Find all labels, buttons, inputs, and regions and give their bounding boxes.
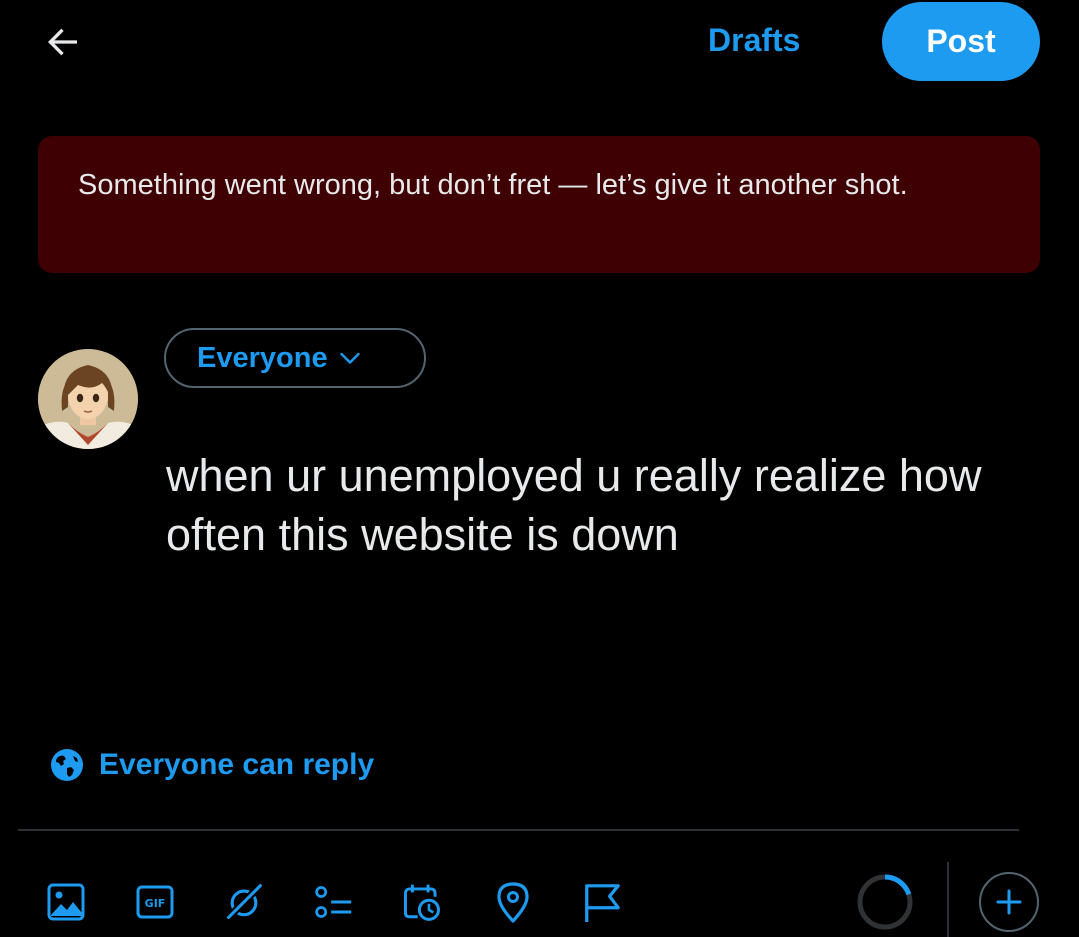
error-message: Something went wrong, but don’t fret — l…	[78, 169, 908, 201]
avatar[interactable]	[38, 349, 138, 449]
reply-setting-button[interactable]: Everyone can reply	[50, 748, 374, 782]
media-icon	[47, 883, 85, 921]
location-button[interactable]	[493, 880, 533, 924]
tweet-text-input[interactable]: when ur unemployed u really realize how …	[166, 446, 1046, 564]
globe-icon	[51, 749, 83, 781]
drafts-button[interactable]: Drafts	[708, 22, 800, 59]
add-post-button[interactable]	[979, 872, 1039, 932]
plus-icon	[996, 889, 1022, 915]
flag-button[interactable]	[582, 880, 622, 924]
svg-text:GIF: GIF	[145, 897, 166, 910]
gif-icon: GIF	[136, 885, 174, 919]
error-banner: Something went wrong, but don’t fret — l…	[38, 136, 1040, 273]
audience-selector[interactable]: Everyone	[164, 328, 426, 388]
grok-button[interactable]	[224, 880, 264, 924]
arrow-left-icon	[48, 28, 77, 56]
toolbar-divider	[947, 862, 949, 937]
avatar-image	[38, 349, 138, 449]
location-icon	[497, 882, 529, 923]
schedule-icon	[404, 884, 440, 921]
chevron-down-icon	[339, 352, 360, 364]
reply-setting-label: Everyone can reply	[99, 748, 375, 781]
divider	[18, 829, 1019, 831]
audience-label: Everyone	[197, 341, 328, 374]
schedule-button[interactable]	[402, 880, 442, 924]
grok-icon	[224, 882, 264, 922]
character-count-ring	[857, 874, 913, 930]
post-button[interactable]: Post	[882, 2, 1040, 81]
back-button[interactable]	[38, 18, 86, 66]
gif-button[interactable]: GIF	[135, 880, 175, 924]
media-button[interactable]	[46, 880, 86, 924]
poll-icon	[315, 886, 352, 918]
flag-icon	[585, 884, 620, 922]
poll-button[interactable]	[313, 880, 353, 924]
